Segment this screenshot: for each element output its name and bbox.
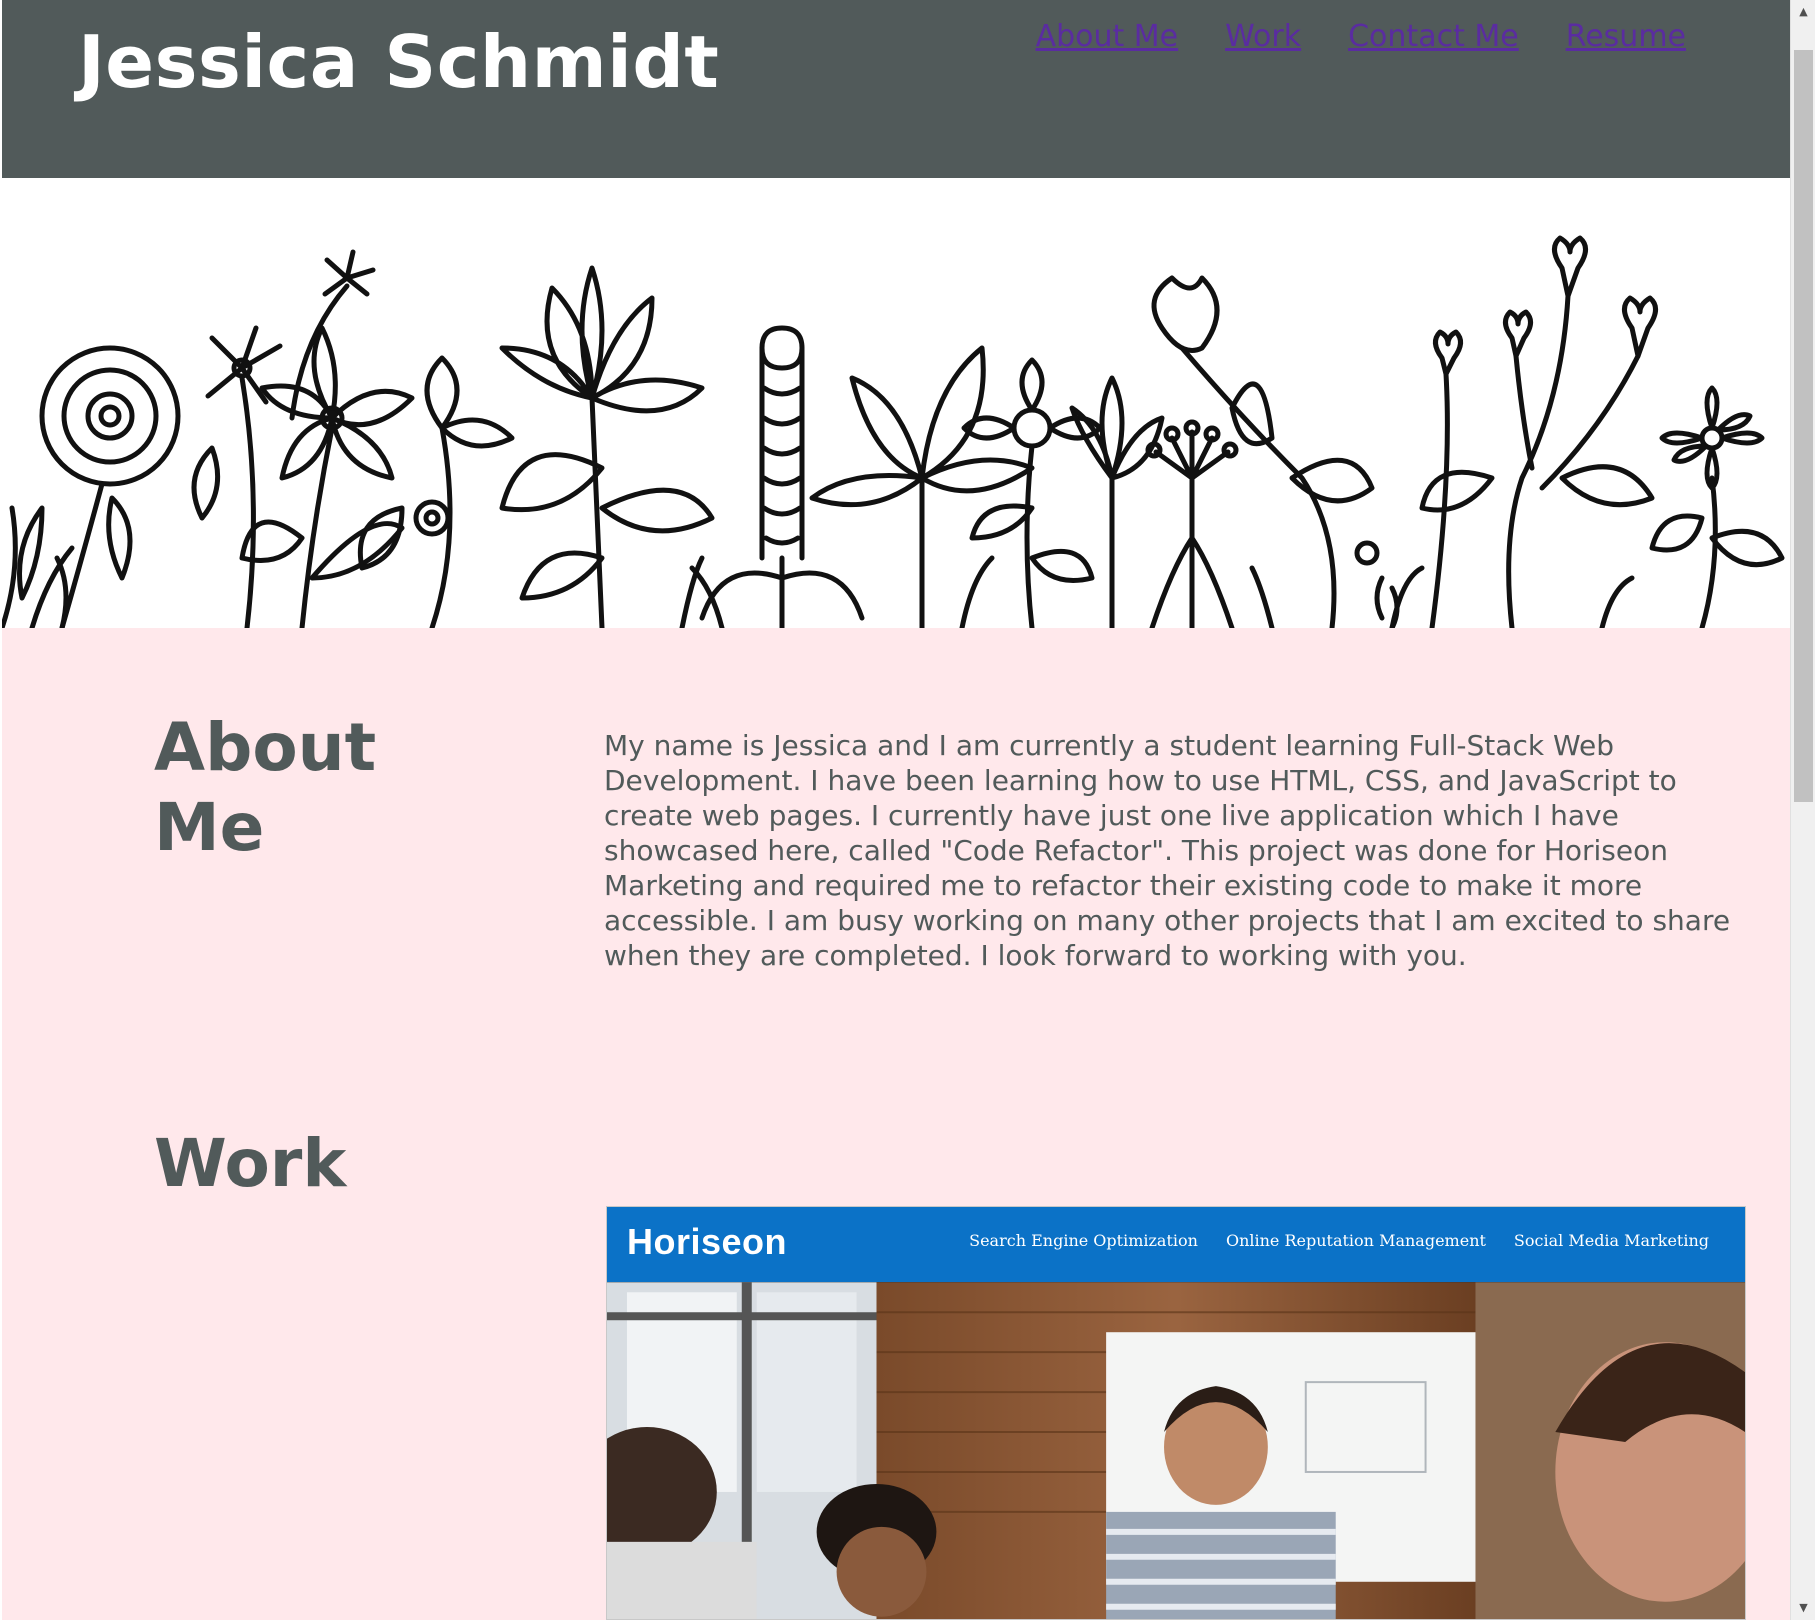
vertical-scrollbar[interactable]: ▲ ▼	[1790, 0, 1815, 1620]
scroll-up-arrow-icon[interactable]: ▲	[1791, 0, 1815, 24]
site-header: Jessica Schmidt About Me Work Contact Me…	[2, 0, 1790, 178]
horiseon-nav: Search Engine Optimization Online Reputa…	[969, 1231, 1709, 1250]
horiseon-logo: Horiseon	[627, 1221, 788, 1262]
nav-link-work[interactable]: Work	[1225, 18, 1301, 56]
horiseon-nav-reputation: Online Reputation Management	[1225, 1231, 1486, 1250]
page-viewport: Jessica Schmidt About Me Work Contact Me…	[0, 0, 1790, 1620]
nav-link-about-me[interactable]: About Me	[1036, 18, 1179, 56]
team-meeting-photo	[607, 1282, 1745, 1619]
work-heading: Work	[154, 1125, 347, 1202]
hero-floral-banner	[2, 178, 1790, 628]
horiseon-nav-seo: Search Engine Optimization	[969, 1231, 1198, 1250]
scrollbar-thumb[interactable]	[1794, 50, 1813, 802]
site-title: Jessica Schmidt	[78, 20, 720, 104]
horiseon-header-bar: Horiseon Search Engine Optimization Onli…	[607, 1207, 1745, 1282]
work-project-card[interactable]: Horiseon Search Engine Optimization Onli…	[606, 1206, 1746, 1620]
about-me-text: My name is Jessica and I am currently a …	[604, 729, 1731, 972]
scroll-down-arrow-icon[interactable]: ▼	[1791, 1596, 1815, 1620]
horiseon-nav-social: Social Media Marketing	[1513, 1231, 1709, 1250]
floral-line-art-image	[2, 235, 1785, 628]
main-nav: About Me Work Contact Me Resume	[1036, 18, 1686, 56]
nav-link-resume[interactable]: Resume	[1566, 18, 1686, 56]
about-me-heading: About Me	[154, 709, 377, 866]
nav-link-contact-me[interactable]: Contact Me	[1348, 18, 1519, 56]
